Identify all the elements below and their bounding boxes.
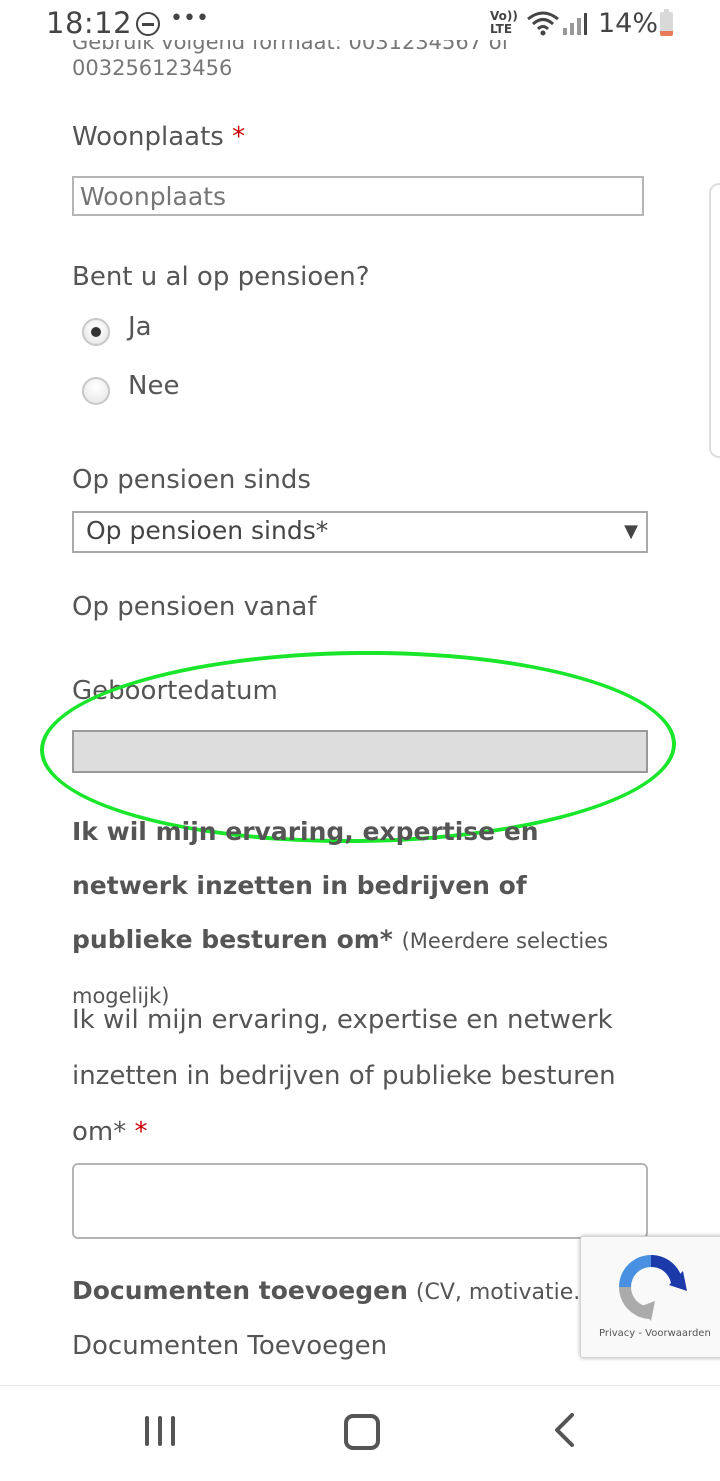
pensioen-vanaf-label: Op pensioen vanaf (72, 592, 317, 622)
required-marker: * (232, 122, 246, 152)
pensioen-sinds-label: Op pensioen sinds (72, 465, 311, 495)
documenten-note: (CV, motivatie...) (415, 1280, 603, 1305)
ervaring-label: Ik wil mijn ervaring, expertise en netwe… (72, 1005, 616, 1147)
required-marker: * (134, 1117, 148, 1147)
home-icon[interactable] (344, 1414, 380, 1450)
pensioen-question: Bent u al op pensioen? (72, 262, 370, 292)
recaptcha-icon (619, 1254, 687, 1321)
status-time: 18:12 (46, 6, 133, 40)
ervaring-multiselect[interactable] (72, 1163, 648, 1239)
recent-apps-icon[interactable] (145, 1416, 177, 1448)
back-icon[interactable] (552, 1412, 576, 1448)
battery-icon (660, 9, 673, 36)
do-not-disturb-icon (136, 12, 160, 36)
documenten-title: Documenten toevoegen (CV, motivatie...) (72, 1276, 603, 1305)
edge-panel-handle[interactable] (709, 183, 720, 458)
chevron-down-icon: ▼ (624, 521, 638, 542)
pensioen-sinds-select[interactable]: Op pensioen sinds* ▼ (72, 511, 648, 553)
documenten-upload-label[interactable]: Documenten Toevoegen (72, 1331, 387, 1361)
radio-button-ja[interactable] (82, 318, 110, 346)
signal-icon (563, 13, 587, 35)
volte-icon: Vo)) LTE (490, 9, 518, 36)
radio-label-ja: Ja (128, 312, 152, 342)
woonplaats-label: Woonplaats * (72, 122, 246, 152)
wifi-icon (527, 11, 559, 36)
radio-button-nee[interactable] (82, 377, 110, 405)
recaptcha-links[interactable]: Privacy - Voorwaarden (599, 1328, 711, 1339)
woonplaats-input[interactable] (72, 176, 644, 216)
navigation-bar (0, 1385, 720, 1481)
select-value: Op pensioen sinds* (86, 516, 329, 545)
phone-format-example: 003256123456 (72, 56, 233, 80)
radio-label-nee: Nee (128, 371, 180, 401)
more-dots-icon: ••• (170, 6, 209, 31)
battery-percentage: 14% (598, 8, 659, 39)
ervaring-heading: Ik wil mijn ervaring, expertise en netwe… (72, 817, 609, 1008)
recaptcha-badge[interactable]: Privacy - Voorwaarden (580, 1236, 720, 1358)
